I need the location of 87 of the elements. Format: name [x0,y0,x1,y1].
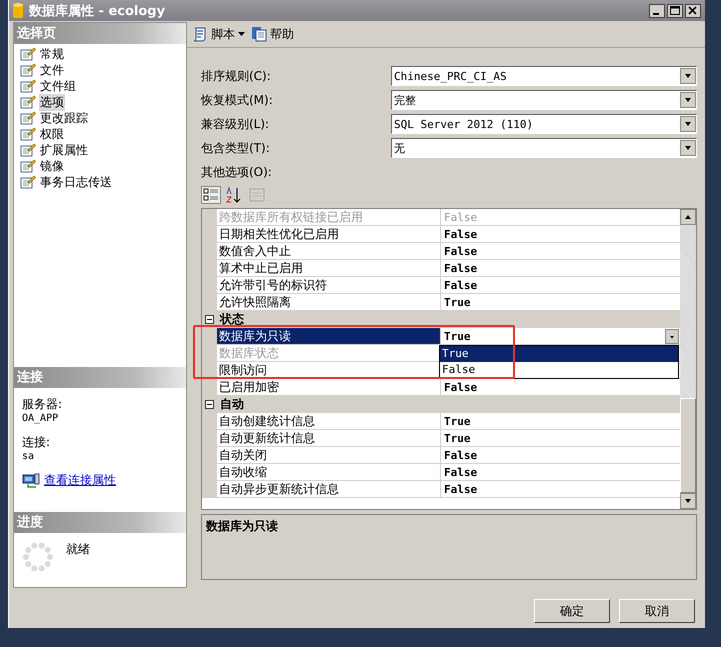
page-icon [20,95,36,109]
property-value: True [443,296,470,308]
page-icon [20,79,36,93]
property-value: True [443,432,470,444]
progress-status: 就绪 [66,541,90,558]
categorized-icon[interactable] [201,186,221,204]
property-name[interactable]: 数值舍入中止 [217,243,441,259]
sidebar-item[interactable]: 扩展属性 [39,142,89,158]
sidebar-item[interactable]: 选项 [39,94,65,110]
page-icon [20,127,36,141]
property-value: False [443,228,478,240]
property-name[interactable]: 算术中止已启用 [217,260,441,276]
collapse-icon[interactable] [205,315,214,324]
scrollbar[interactable] [680,209,696,509]
caret-icon [238,32,245,36]
page-icon [20,143,36,157]
section-header: 连接 [14,367,186,388]
scrollbar-thumb[interactable] [680,398,696,493]
property-value: False [443,466,478,478]
page-icon [20,111,36,125]
sidebar-item[interactable]: 文件组 [39,78,77,94]
page-icon [20,47,36,61]
property-value: False [443,278,478,292]
dropdown-field[interactable]: SQL Server 2012 (110) [391,114,697,134]
dropdown-option[interactable]: True [440,346,678,362]
dropdown-option[interactable]: False [440,362,678,378]
sidebar-item[interactable]: 权限 [39,126,65,142]
property-name[interactable]: 自动异步更新统计信息 [217,481,441,497]
minimize-icon[interactable] [649,4,665,18]
field-label: 包含类型(T): [201,140,271,156]
field-label: 其他选项(O): [201,164,273,181]
property-name[interactable]: 数据库为只读 [217,328,441,344]
collapse-icon[interactable] [205,400,214,409]
property-name[interactable]: 已启用加密 [217,379,441,395]
property-name[interactable]: 允许快照隔离 [217,294,441,310]
section-header: 进度 [14,512,186,533]
dialog-button[interactable]: 确定 [534,599,610,623]
sidebar-item[interactable]: 事务日志传送 [39,174,113,190]
close-icon[interactable] [685,4,701,18]
field-label: 排序规则(C): [201,68,272,84]
help-button[interactable]: 帮助 [251,26,294,42]
field-label: 恢复模式(M): [201,92,274,108]
property-value: False [443,244,478,258]
property-value: True [443,330,470,342]
sidebar-item[interactable]: 镜像 [39,158,65,174]
dropdown-field[interactable]: 无 [391,138,697,158]
scroll-up-icon[interactable] [680,209,696,225]
document-icon [251,26,267,42]
connection-value: sa [22,451,36,462]
property-value: False [443,210,478,224]
page-icon [20,63,36,77]
property-value: False [443,448,478,462]
sidebar-item[interactable]: 文件 [39,62,65,78]
property-name[interactable]: 自动关闭 [217,447,441,463]
scroll-down-icon[interactable] [680,493,696,509]
spinner-icon [22,541,54,573]
script-button[interactable]: 脚本 [192,26,245,42]
page-icon [20,175,36,189]
property-name[interactable]: 自动创建统计信息 [217,413,441,429]
dialog-button[interactable]: 取消 [619,599,695,623]
server-value: OA_APP [22,413,60,424]
category-label: 状态 [220,311,244,328]
computer-icon [22,472,40,488]
property-name[interactable]: 日期相关性优化已启用 [217,226,441,242]
server-label: 服务器: [22,396,64,413]
property-value: False [443,482,478,496]
field-label: 兼容级别(L): [201,116,270,132]
property-name[interactable]: 自动更新统计信息 [217,430,441,446]
dropdown-field[interactable]: Chinese_PRC_CI_AS [391,66,697,86]
property-value: False [443,380,478,394]
section-header: 选择页 [14,23,186,44]
connection-properties-link[interactable]: 查看连接属性 [44,472,116,489]
maximize-icon[interactable] [667,4,683,18]
property-name[interactable]: 允许带引号的标识符 [217,277,441,293]
sidebar-item[interactable]: 常规 [39,46,65,62]
database-icon [13,2,23,18]
connection-label: 连接: [22,434,52,451]
page-icon [20,159,36,173]
window-title: 数据库属性 - ecology [29,2,166,20]
category-label: 自动 [220,396,244,413]
dropdown-field[interactable]: 完整 [391,90,697,110]
property-name[interactable]: 自动收缩 [217,464,441,480]
property-value: False [443,262,478,274]
description-title: 数据库为只读 [206,519,278,533]
sidebar-item[interactable]: 更改跟踪 [39,110,89,126]
scroll-icon [192,26,208,42]
property-value: True [443,414,470,428]
